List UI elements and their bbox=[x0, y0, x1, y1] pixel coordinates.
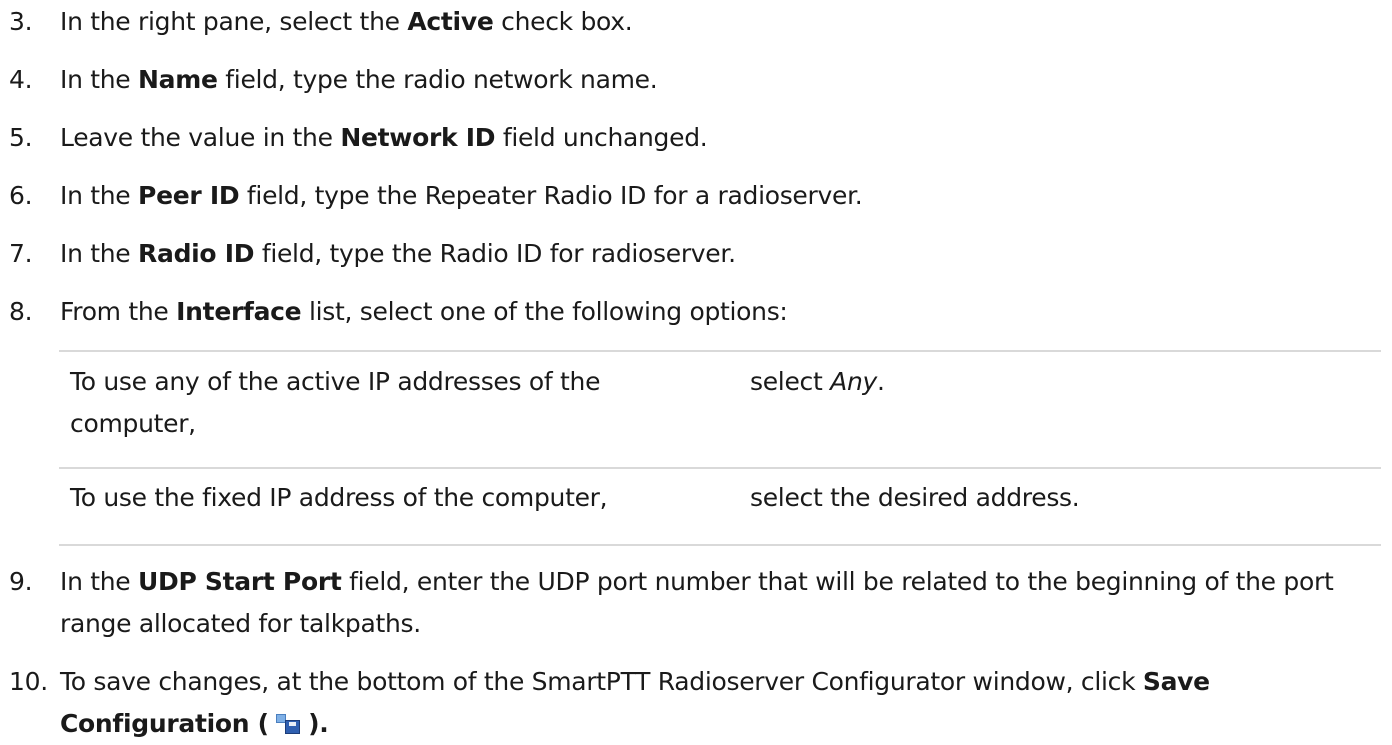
step-text-pre: To save changes, at the bottom of the Sm… bbox=[60, 667, 1143, 696]
step-number: 5. bbox=[9, 123, 33, 152]
option-action: select the desired address. bbox=[750, 477, 1350, 519]
option-condition: To use any of the active IP addresses of… bbox=[70, 367, 601, 438]
option-action-end: . bbox=[876, 367, 885, 396]
step-text: In the right pane, select the Active che… bbox=[60, 1, 1378, 43]
ui-term: Interface bbox=[176, 297, 302, 326]
table-row: To use the fixed IP address of the compu… bbox=[59, 467, 1381, 546]
ui-term: Peer ID bbox=[138, 181, 240, 210]
step-text-pre: In the bbox=[60, 239, 139, 268]
save-configuration-icon bbox=[276, 714, 301, 734]
step-text: In the Peer ID field, type the Repeater … bbox=[60, 175, 1378, 217]
step-text-pre: In the right pane, select the bbox=[60, 7, 408, 36]
step-text-post: field unchanged. bbox=[495, 123, 708, 152]
option-value: Any bbox=[830, 367, 877, 396]
step-text: To save changes, at the bottom of the Sm… bbox=[60, 661, 1378, 745]
ui-term: Name bbox=[138, 65, 218, 94]
step-text-pre: From the bbox=[60, 297, 177, 326]
step-number: 3. bbox=[9, 7, 33, 36]
step-text-post: field, type the Repeater Radio ID for a … bbox=[239, 181, 863, 210]
step-text-pre: In the bbox=[60, 567, 139, 596]
step-number: 7. bbox=[9, 239, 33, 268]
step-number: 9. bbox=[9, 567, 33, 596]
step-text-post: field, type the Radio ID for radioserver… bbox=[254, 239, 736, 268]
ui-term: Network ID bbox=[340, 123, 496, 152]
step-text-pre: In the bbox=[60, 65, 139, 94]
step-number: 10. bbox=[9, 667, 48, 696]
step-text: In the Radio ID field, type the Radio ID… bbox=[60, 233, 1378, 275]
step-text: In the UDP Start Port field, enter the U… bbox=[60, 561, 1378, 645]
option-action-text: select the desired address. bbox=[750, 483, 1080, 512]
ui-term: UDP Start Port bbox=[138, 567, 342, 596]
step-text: Leave the value in the Network ID field … bbox=[60, 117, 1378, 159]
ui-term: Active bbox=[407, 7, 494, 36]
step-text-post: check box. bbox=[493, 7, 633, 36]
options-table: To use any of the active IP addresses of… bbox=[59, 350, 1381, 546]
step-text-post: field, type the radio network name. bbox=[217, 65, 658, 94]
ui-term-end: ). bbox=[308, 709, 329, 738]
step-number: 8. bbox=[9, 297, 33, 326]
option-action: select Any. bbox=[750, 361, 1350, 403]
step-text: In the Name field, type the radio networ… bbox=[60, 59, 1378, 101]
step-text-pre: In the bbox=[60, 181, 139, 210]
option-condition: To use the fixed IP address of the compu… bbox=[70, 483, 608, 512]
step-text-post: list, select one of the following option… bbox=[301, 297, 788, 326]
step-text-pre: Leave the value in the bbox=[60, 123, 341, 152]
table-row: To use any of the active IP addresses of… bbox=[59, 350, 1381, 469]
step-text: From the Interface list, select one of t… bbox=[60, 291, 1378, 333]
step-number: 4. bbox=[9, 65, 33, 94]
ui-term: Radio ID bbox=[138, 239, 255, 268]
option-action-text: select bbox=[750, 367, 831, 396]
step-number: 6. bbox=[9, 181, 33, 210]
